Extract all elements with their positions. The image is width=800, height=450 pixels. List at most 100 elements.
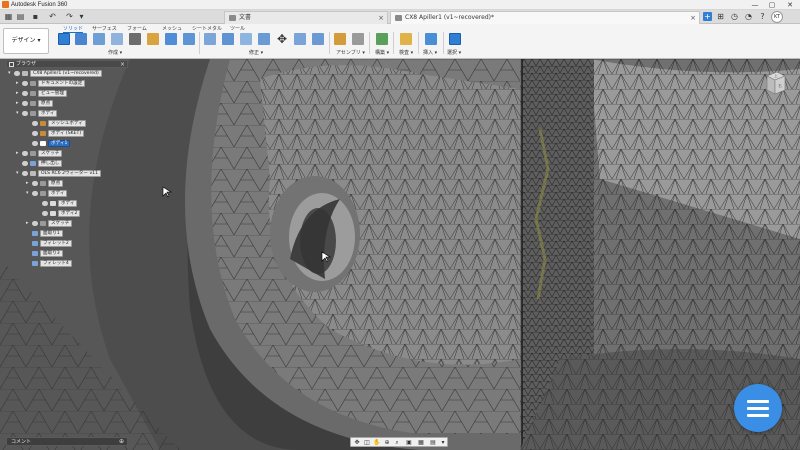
shell-icon[interactable]	[258, 33, 270, 45]
extensions-icon[interactable]: ⊞	[716, 12, 725, 21]
zoom-icon[interactable]: ⊕	[383, 439, 391, 446]
thread-icon[interactable]	[183, 33, 195, 45]
job-status-icon[interactable]: ◷	[730, 12, 739, 21]
chevron-right-icon[interactable]: ▸	[16, 80, 21, 87]
chevron-down-icon[interactable]: ▾	[16, 170, 21, 177]
chevron-down-icon[interactable]: ▾	[439, 439, 447, 446]
avatar[interactable]: KT	[771, 11, 783, 23]
new-joint-icon[interactable]	[334, 33, 346, 45]
group-construct-label[interactable]: 構築 ▾	[375, 49, 389, 56]
comments-panel[interactable]: コメント ⊕	[6, 437, 128, 446]
visibility-icon[interactable]	[22, 171, 28, 176]
data-panel-icon[interactable]: ▦	[4, 12, 13, 21]
tab-tools[interactable]: ツール	[230, 25, 245, 32]
visibility-icon[interactable]	[32, 131, 38, 136]
pan-icon[interactable]: ✋	[373, 439, 381, 446]
visibility-icon[interactable]	[32, 121, 38, 126]
group-create-label[interactable]: 作成 ▾	[108, 49, 122, 56]
close-tab-icon[interactable]: ×	[378, 12, 384, 24]
extrude-icon	[30, 161, 36, 166]
fit-icon[interactable]: ⌕	[393, 439, 401, 446]
tab-form[interactable]: フォーム	[127, 25, 147, 32]
look-at-icon[interactable]: ◫	[363, 439, 371, 446]
chevron-down-icon[interactable]: ▾	[77, 12, 86, 21]
chevron-right-icon[interactable]: ▸	[26, 220, 31, 227]
hamburger-menu-icon	[747, 400, 769, 403]
chevron-right-icon[interactable]: ▸	[16, 90, 21, 97]
close-tab-icon[interactable]: ×	[690, 12, 696, 24]
viewports-icon[interactable]: ▤	[429, 439, 437, 446]
tab-solid[interactable]: ソリッド	[63, 25, 84, 33]
scale-icon[interactable]	[312, 33, 324, 45]
chamfer-icon[interactable]	[240, 33, 252, 45]
revolve-icon[interactable]	[111, 33, 123, 45]
browser-header[interactable]: ブラウザ ×	[6, 60, 128, 68]
tab-document[interactable]: 文書 ×	[224, 11, 388, 24]
group-inspect-label[interactable]: 検査 ▾	[399, 49, 413, 56]
move-icon[interactable]: ✥	[276, 33, 288, 45]
tab-surface[interactable]: サーフェス	[92, 25, 117, 32]
visibility-icon[interactable]	[22, 101, 28, 106]
add-comment-icon[interactable]: ⊕	[119, 438, 124, 446]
maximize-button[interactable]: ▢	[765, 0, 779, 10]
visibility-icon[interactable]	[32, 191, 38, 196]
grid-settings-icon[interactable]: ▦	[417, 439, 425, 446]
orbit-icon[interactable]: ✥	[353, 439, 361, 446]
chevron-down-icon[interactable]: ▾	[26, 190, 31, 197]
select-icon[interactable]	[449, 33, 461, 45]
undo-icon[interactable]: ↶	[48, 12, 57, 21]
save-icon[interactable]: ▪	[31, 12, 40, 21]
visibility-icon[interactable]	[22, 111, 28, 116]
sweep-icon[interactable]	[129, 33, 141, 45]
group-insert-label[interactable]: 挿入 ▾	[423, 49, 437, 56]
combine-icon[interactable]	[294, 33, 306, 45]
workspace-switcher[interactable]: デザイン ▾	[3, 28, 49, 54]
create-sketch-icon[interactable]	[75, 33, 87, 45]
tab-sheet-metal[interactable]: シートメタル	[192, 25, 222, 32]
chevron-down-icon[interactable]: ▾	[16, 110, 21, 117]
visibility-icon[interactable]	[32, 181, 38, 186]
tab-active-design[interactable]: CX8 Apiller1 (v1~recovered)* ×	[390, 11, 700, 24]
insert-image-icon[interactable]	[425, 33, 437, 45]
visibility-icon[interactable]	[22, 91, 28, 96]
chevron-right-icon[interactable]: ▸	[26, 180, 31, 187]
fillet-icon[interactable]	[222, 33, 234, 45]
extrude-icon[interactable]	[93, 33, 105, 45]
display-settings-icon[interactable]: ▣	[405, 439, 413, 446]
visibility-icon[interactable]	[32, 141, 38, 146]
help-icon[interactable]: ?	[758, 12, 767, 21]
minimize-button[interactable]: —	[748, 0, 762, 10]
measure-icon[interactable]	[400, 33, 412, 45]
close-icon[interactable]: ×	[120, 61, 125, 68]
redo-icon[interactable]: ↷	[65, 12, 74, 21]
hole-icon[interactable]	[165, 33, 177, 45]
group-modify-label[interactable]: 修正 ▾	[249, 49, 263, 56]
browser-node-root[interactable]: ▾ CX8 Apiller1 (v1~recovered)	[8, 70, 128, 77]
tab-mesh[interactable]: メッシュ	[162, 25, 182, 32]
loft-icon[interactable]	[147, 33, 159, 45]
visibility-icon[interactable]	[42, 201, 48, 206]
notifications-icon[interactable]: ◔	[744, 12, 753, 21]
visibility-icon[interactable]	[22, 81, 28, 86]
group-assemble-label[interactable]: アセンブリ ▾	[336, 49, 365, 56]
floating-menu-button[interactable]	[734, 384, 782, 432]
visibility-icon[interactable]	[22, 161, 28, 166]
close-window-button[interactable]: ✕	[783, 0, 797, 10]
offset-plane-icon[interactable]	[376, 33, 388, 45]
press-pull-icon[interactable]	[204, 33, 216, 45]
new-tab-icon[interactable]: +	[703, 12, 712, 21]
new-component-icon[interactable]	[58, 33, 70, 45]
chevron-down-icon[interactable]: ▾	[8, 70, 13, 77]
visibility-icon[interactable]	[32, 221, 38, 226]
group-select-label[interactable]: 選択 ▾	[447, 49, 461, 56]
file-menu-icon[interactable]: ▤	[16, 12, 25, 21]
collapse-icon[interactable]	[9, 62, 14, 67]
view-cube[interactable]: 上 右	[763, 70, 787, 98]
visibility-icon[interactable]	[42, 211, 48, 216]
node-label: ボディ	[48, 190, 68, 197]
as-built-joint-icon[interactable]	[352, 33, 364, 45]
visibility-icon[interactable]	[14, 71, 20, 76]
chevron-right-icon[interactable]: ▸	[16, 100, 21, 107]
chevron-right-icon[interactable]: ▸	[16, 150, 21, 157]
visibility-icon[interactable]	[22, 151, 28, 156]
